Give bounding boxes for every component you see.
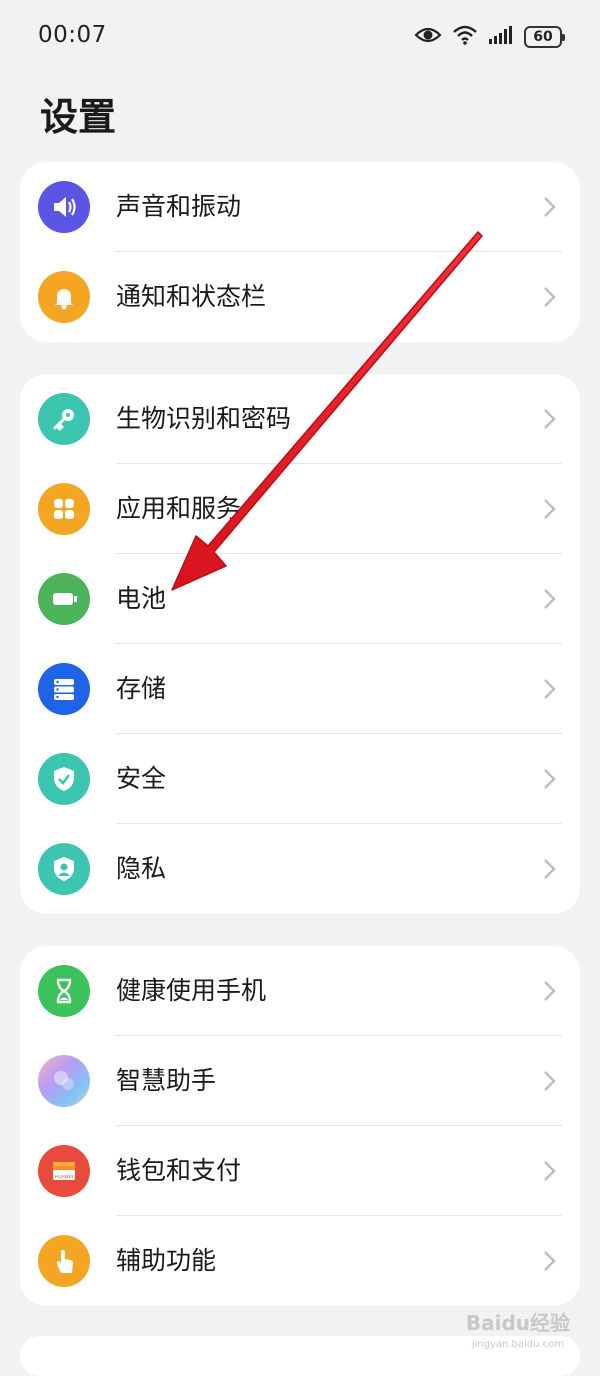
settings-item-label: 隐私 xyxy=(116,854,167,883)
sound-icon xyxy=(38,181,90,233)
settings-item-assistant[interactable]: 智慧助手 xyxy=(20,1036,580,1126)
chevron-right-icon xyxy=(544,1071,556,1091)
settings-item-digital-balance[interactable]: 健康使用手机 xyxy=(20,946,580,1036)
wallet-icon: HUAWEI xyxy=(38,1145,90,1197)
chevron-right-icon xyxy=(544,589,556,609)
page-title: 设置 xyxy=(40,95,117,139)
settings-item-storage[interactable]: 存储 xyxy=(20,644,580,734)
settings-item-label: 辅助功能 xyxy=(116,1246,217,1275)
settings-item-label: 健康使用手机 xyxy=(116,976,267,1005)
settings-item-label: 安全 xyxy=(116,764,167,793)
chevron-right-icon xyxy=(544,1161,556,1181)
signal-icon xyxy=(488,25,514,49)
settings-item-label: 生物识别和密码 xyxy=(116,404,292,433)
chevron-right-icon xyxy=(544,859,556,879)
chevron-right-icon xyxy=(544,769,556,789)
chevron-right-icon xyxy=(544,409,556,429)
chevron-right-icon xyxy=(544,197,556,217)
settings-item-biometrics[interactable]: 生物识别和密码 xyxy=(20,374,580,464)
eye-icon xyxy=(414,25,442,49)
settings-item-accessibility[interactable]: 辅助功能 xyxy=(20,1216,580,1306)
status-icons: 60 xyxy=(414,24,565,50)
settings-item-label: 应用和服务 xyxy=(116,494,242,523)
shield-check-icon xyxy=(38,753,90,805)
watermark-brand: Baidu经验 xyxy=(465,1311,570,1335)
assistant-icon xyxy=(38,1055,90,1107)
settings-group-3: 健康使用手机 智慧助手 HUAWEI 钱包和支付 辅助功能 xyxy=(20,946,580,1306)
settings-item-label: 智慧助手 xyxy=(116,1066,217,1095)
chevron-right-icon xyxy=(544,981,556,1001)
storage-icon xyxy=(38,663,90,715)
accessibility-icon xyxy=(38,1235,90,1287)
apps-icon xyxy=(38,483,90,535)
hourglass-icon xyxy=(38,965,90,1017)
bell-icon xyxy=(38,271,90,323)
settings-item-battery[interactable]: 电池 xyxy=(20,554,580,644)
privacy-icon xyxy=(38,843,90,895)
status-time: 00:07 xyxy=(38,22,107,48)
settings-item-label: 存储 xyxy=(116,674,167,703)
settings-item-label: 通知和状态栏 xyxy=(116,282,267,311)
status-bar: 00:07 60 xyxy=(0,0,600,76)
wifi-icon xyxy=(452,24,478,50)
battery-icon xyxy=(38,573,90,625)
settings-item-label: 电池 xyxy=(116,584,167,613)
settings-item-wallet[interactable]: HUAWEI 钱包和支付 xyxy=(20,1126,580,1216)
chevron-right-icon xyxy=(544,499,556,519)
chevron-right-icon xyxy=(544,1251,556,1271)
settings-item-sound[interactable]: 声音和振动 xyxy=(20,162,580,252)
wallet-badge-text: HUAWEI xyxy=(55,1174,73,1179)
key-icon xyxy=(38,393,90,445)
chevron-right-icon xyxy=(544,679,556,699)
settings-item-security[interactable]: 安全 xyxy=(20,734,580,824)
settings-item-privacy[interactable]: 隐私 xyxy=(20,824,580,914)
settings-item-label: 钱包和支付 xyxy=(116,1156,242,1185)
settings-item-notifications[interactable]: 通知和状态栏 xyxy=(20,252,580,342)
battery-icon: 60 xyxy=(524,26,565,48)
settings-item-label: 声音和振动 xyxy=(116,192,242,221)
chevron-right-icon xyxy=(544,287,556,307)
settings-group-1: 声音和振动 通知和状态栏 xyxy=(20,162,580,342)
settings-group-2: 生物识别和密码 应用和服务 电池 存储 安全 隐私 xyxy=(20,374,580,914)
settings-item-apps[interactable]: 应用和服务 xyxy=(20,464,580,554)
watermark-url: jingyan.baidu.com xyxy=(471,1339,564,1350)
